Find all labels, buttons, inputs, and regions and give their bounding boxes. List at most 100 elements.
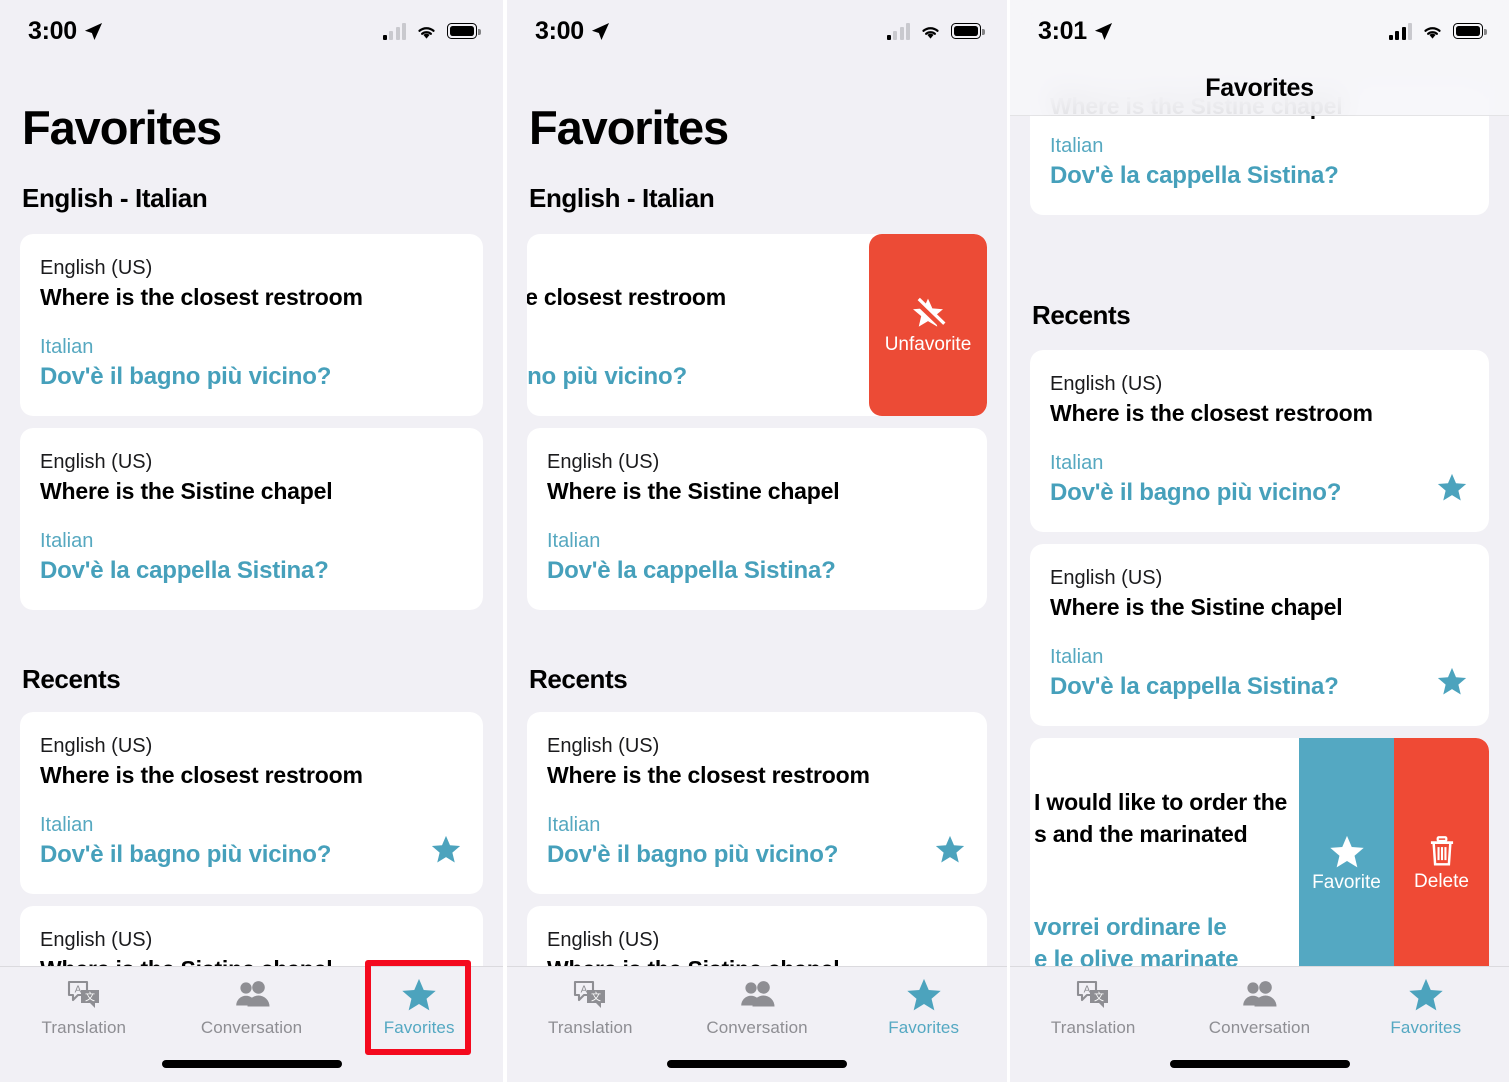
recent-row[interactable]: English (US) Where is the closest restro… [527, 712, 987, 895]
translate-bubbles-icon: A 文 [573, 978, 607, 1012]
source-text: Where is the Sistine chapel [1050, 594, 1343, 621]
star-icon [1329, 835, 1364, 868]
tab-translation[interactable]: A 文 Translation [1010, 978, 1176, 1038]
star-icon[interactable] [1437, 473, 1467, 502]
star-icon[interactable] [935, 835, 965, 864]
svg-text:A: A [74, 985, 81, 996]
nav-title: Favorites [1205, 74, 1314, 102]
target-language-label: Italian [1050, 645, 1104, 668]
target-text: Dov'è il bagno più vicino? [40, 841, 332, 869]
target-language-label: Italian [40, 529, 94, 552]
wifi-icon [1424, 26, 1441, 39]
target-text: bagno più vicino? [527, 362, 687, 390]
translation-card[interactable]: s) s the closest restroom bagno più vici… [527, 234, 925, 417]
target-language-label: Italian [40, 335, 94, 358]
source-text: Where is the closest restroom [40, 284, 363, 310]
star-icon [1408, 978, 1444, 1012]
favorite-row[interactable]: English (US) Where is the Sistine chapel… [20, 428, 483, 611]
favorites-card-list: s) s the closest restroom bagno più vici… [507, 234, 1007, 611]
favorite-row[interactable]: English (US) Where is the Sistine chapel… [527, 428, 987, 611]
target-language-label: Italian [1050, 135, 1104, 157]
source-language-label: English (US) [40, 257, 153, 279]
star-slash-icon [913, 297, 946, 327]
status-bar-left: 3:00 [535, 17, 610, 46]
source-language-label: English (US) [1050, 373, 1163, 395]
tab-label: Conversation [200, 1018, 303, 1037]
favorite-action-button[interactable]: Favorite [1299, 738, 1394, 989]
tab-label: Translation [1050, 1018, 1136, 1037]
source-language-label: s) [527, 256, 903, 281]
favorite-row-swiped[interactable]: s) s the closest restroom bagno più vici… [527, 234, 987, 417]
translation-card[interactable]: English (US) Where is the Sistine chapel… [527, 428, 987, 611]
tab-favorites[interactable]: Favorites [335, 978, 503, 1038]
recent-row[interactable]: English (US) Where is the closest restro… [20, 712, 483, 895]
unfavorite-action-button[interactable]: Unfavorite [869, 234, 987, 417]
target-text: Dov'è la cappella Sistina? [1050, 672, 1339, 700]
home-indicator [1169, 1060, 1350, 1068]
cellular-signal-icon [382, 22, 406, 40]
language-pair-heading: English - Italian [22, 183, 208, 213]
tab-favorites[interactable]: Favorites [1343, 978, 1509, 1038]
battery-full-icon [951, 23, 985, 39]
favorites-card-list: English (US) Where is the closest restro… [0, 234, 503, 611]
recent-row[interactable]: English (US) Where is the closest restro… [1030, 350, 1489, 533]
translation-card[interactable]: English (US) Where is the closest restro… [20, 234, 483, 417]
tab-favorites[interactable]: Favorites [840, 978, 1007, 1038]
swipe-action-label: Delete [1414, 870, 1469, 892]
status-bar-left: 3:00 [28, 17, 103, 46]
target-text: Dov'è il bagno più vicino? [40, 362, 332, 390]
translation-card[interactable]: English (US) Where is the closest restro… [20, 712, 483, 895]
target-language-label: Italian [1050, 451, 1104, 474]
status-time: 3:01 [1038, 16, 1087, 45]
recents-card-list: English (US) Where is the closest restro… [1010, 350, 1509, 1000]
tab-label: Translation [548, 1018, 633, 1037]
tab-conversation[interactable]: Conversation [168, 978, 336, 1038]
battery-full-icon [447, 23, 481, 39]
page-title: Favorites [22, 101, 222, 154]
translation-card[interactable]: English (US) Where is the closest restro… [527, 712, 987, 895]
home-indicator [667, 1060, 847, 1068]
star-icon[interactable] [1437, 667, 1467, 696]
source-language-label: English (US) [547, 929, 660, 952]
translation-card[interactable]: English (US) Where is the Sistine chapel… [1030, 544, 1489, 727]
status-bar-right [1388, 22, 1487, 40]
tab-translation[interactable]: A 文 Translation [507, 978, 674, 1038]
translation-card[interactable]: English (US) Where is the closest restro… [1030, 350, 1489, 533]
recent-row-swiped[interactable]: I would like to order the s and the mari… [1030, 738, 1489, 989]
tab-label: Translation [41, 1018, 127, 1037]
tab-bar: A 文 Translation Conversation Favorites [0, 966, 503, 1082]
swipe-action-container: Unfavorite [869, 234, 987, 417]
status-bar-right [382, 22, 481, 40]
star-icon[interactable] [431, 835, 461, 864]
tab-label: Favorites [1390, 1018, 1462, 1037]
tab-translation[interactable]: A 文 Translation [0, 978, 168, 1038]
swipe-action-label: Favorite [1312, 871, 1381, 893]
tab-label: Conversation [1208, 1018, 1311, 1037]
source-language-label: English (US) [40, 451, 153, 474]
status-bar-left: 3:01 [1038, 17, 1113, 46]
recents-heading: Recents [1032, 300, 1131, 330]
translation-card[interactable]: English (US) Where is the Sistine chapel… [20, 428, 483, 611]
target-language-label: Italian [547, 529, 601, 552]
source-text: Where is the Sistine chapel [40, 478, 333, 505]
recents-heading: Recents [22, 664, 121, 695]
status-time: 3:00 [28, 16, 77, 45]
tab-conversation[interactable]: Conversation [674, 978, 841, 1038]
two-people-icon [739, 978, 775, 1012]
status-bar-right [886, 22, 985, 40]
tab-conversation[interactable]: Conversation [1176, 978, 1342, 1038]
source-text: s the closest restroom [527, 284, 727, 310]
location-arrow-icon [84, 22, 102, 40]
swipe-action-container: Favorite Delete [1299, 738, 1489, 989]
cellular-signal-icon [1388, 22, 1412, 40]
scroll-content: Where is the Sistine chapel Italian Dov'… [1010, 0, 1509, 1082]
recent-row[interactable]: English (US) Where is the Sistine chapel… [1030, 544, 1489, 727]
source-language-label: English (US) [40, 929, 153, 952]
tab-label: Favorites [383, 1018, 455, 1037]
source-language-label: English (US) [40, 735, 153, 758]
translate-bubbles-icon: A 文 [1076, 978, 1110, 1012]
delete-action-button[interactable]: Delete [1394, 738, 1489, 989]
favorite-row[interactable]: English (US) Where is the closest restro… [20, 234, 483, 417]
panel-swipe-unfavorite: 3:00 Favorites English - Italian s) s th… [507, 0, 1007, 1082]
status-bar: 3:00 [0, 0, 503, 62]
